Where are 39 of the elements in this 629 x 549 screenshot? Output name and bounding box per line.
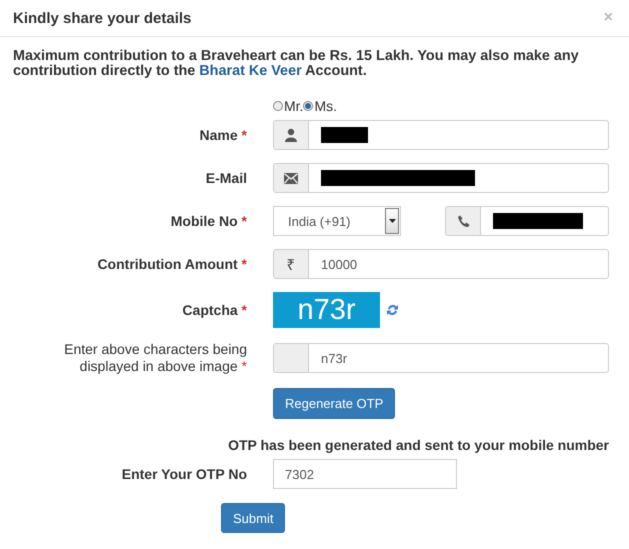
radio-label: Ms. (314, 98, 338, 114)
field-label: Name * (198, 127, 247, 143)
phone-icon (456, 214, 470, 228)
otp-field[interactable]: 7302 (273, 459, 457, 489)
amount-field[interactable]: ₹ 10000 (273, 249, 609, 279)
field-label: Mobile No * (170, 213, 247, 229)
radio-button[interactable] (303, 101, 314, 111)
field-value: n73r (321, 350, 348, 366)
captcha-image: n73r (273, 292, 380, 328)
name-field[interactable] (273, 120, 609, 150)
field-label: Captcha * (181, 302, 247, 318)
radio-button[interactable] (273, 101, 283, 111)
caret-icon (388, 219, 396, 223)
captcha-field[interactable]: n73r (273, 343, 609, 373)
field-label: Contribution Amount * (96, 256, 247, 272)
notice-text: Maximum contribution to a Braveheart can be Rs. 15 Lakh. You may also make any contribution directly to the Bharat Ke Veer Account. (13, 49, 580, 79)
radio-label: Mr. (284, 98, 304, 114)
account-link[interactable]: Bharat Ke Veer (199, 63, 302, 79)
submit-button[interactable]: Submit (221, 503, 286, 533)
select-value: India (+91) (288, 214, 351, 228)
required-mark: * (242, 302, 247, 318)
required-mark: * (242, 358, 247, 374)
required-mark: * (242, 256, 247, 272)
field-label: Enter Your OTP No (120, 466, 247, 482)
dialog-title: Kindly share your details (13, 10, 192, 26)
email-field[interactable] (273, 163, 609, 193)
refresh-icon[interactable] (386, 303, 399, 317)
field-value: 10000 (321, 256, 358, 272)
required-mark: * (242, 213, 247, 229)
field-label: Enter above characters being displayed in above image * (63, 341, 247, 375)
country-select[interactable]: India (+91) (273, 206, 401, 236)
person-icon (285, 128, 297, 142)
envelope-icon (284, 172, 298, 184)
regenerate-otp-button[interactable]: Regenerate OTP (273, 388, 396, 419)
required-mark: * (242, 127, 247, 143)
field-label: E-Mail (204, 170, 247, 186)
rupee-symbol: ₹ (286, 256, 296, 274)
otp-message: OTP has been generated and sent to your mobile number (227, 437, 610, 453)
phone-field[interactable] (445, 206, 609, 236)
